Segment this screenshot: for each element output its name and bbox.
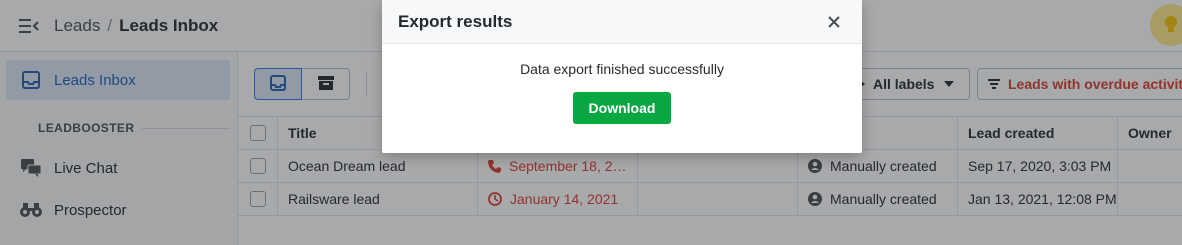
export-results-dialog: Export results Data export finished succ…: [382, 0, 862, 153]
download-button[interactable]: Download: [573, 92, 671, 124]
close-icon[interactable]: [824, 12, 844, 32]
dialog-title: Export results: [398, 11, 513, 31]
dialog-header: Export results: [382, 0, 862, 44]
export-status-message: Data export finished successfully: [520, 61, 724, 77]
